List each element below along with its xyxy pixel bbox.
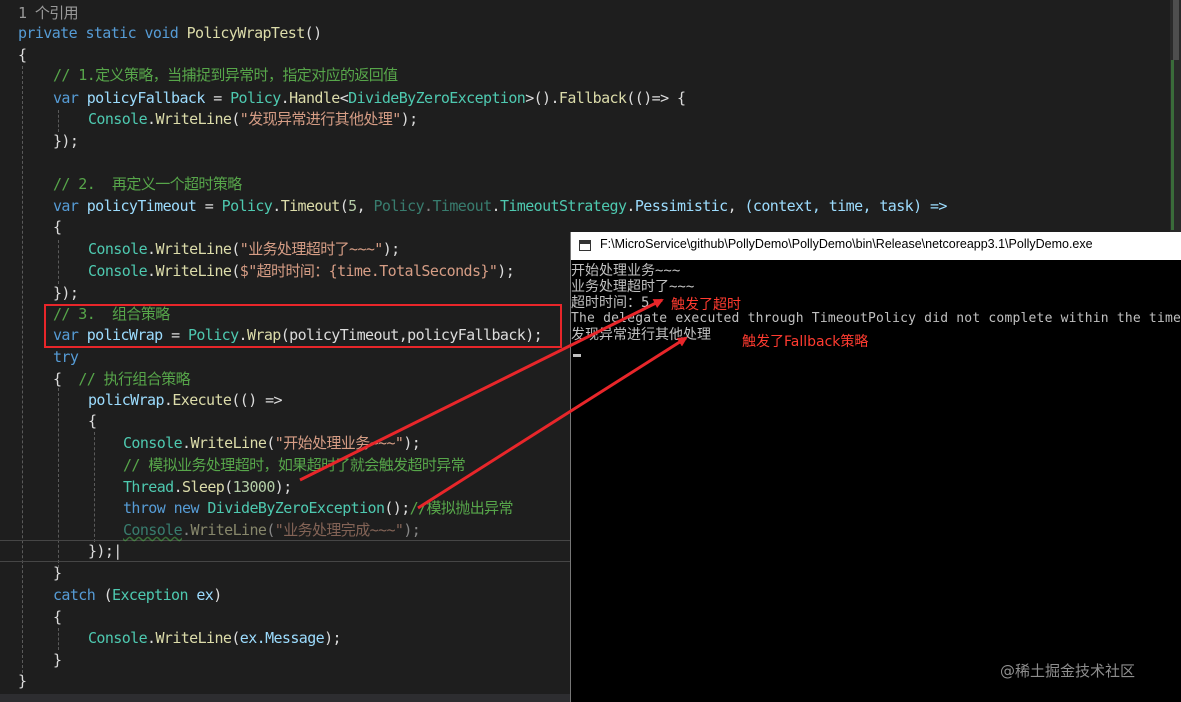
change-indicator: [1171, 60, 1174, 230]
code-line: Console.WriteLine("发现异常进行其他处理");: [88, 110, 418, 128]
editor-bottom-bar: [0, 694, 570, 702]
code-line: {: [53, 608, 62, 626]
indent-guide: [58, 628, 59, 650]
codelens-references[interactable]: 1 个引用: [18, 2, 79, 24]
code-line: { // 执行组合策略: [53, 370, 191, 388]
scrollbar-thumb[interactable]: [1173, 0, 1179, 60]
console-app-icon: [579, 240, 591, 251]
code-line: Console.WriteLine("开始处理业务~~~");: [123, 434, 421, 452]
code-line: {: [53, 218, 62, 236]
code-line: policWrap.Execute(() =>: [88, 391, 283, 409]
current-line-highlight: [0, 540, 570, 562]
code-line: catch (Exception ex): [53, 586, 222, 604]
console-output-line: 发现异常进行其他处理: [571, 327, 711, 343]
code-line: {: [18, 46, 27, 64]
code-line: }: [18, 672, 27, 690]
code-line: Console.WriteLine("业务处理超时了~~~");: [88, 240, 400, 258]
annotation-fallback: 触发了Fallback策略: [742, 334, 869, 350]
indent-guide: [94, 432, 95, 542]
code-line: try: [53, 348, 79, 366]
code-line: private static void PolicyWrapTest(): [18, 24, 322, 42]
code-line-unreachable: Console.WriteLine("业务处理完成~~~");: [123, 521, 421, 539]
code-line: var policyFallback = Policy.Handle<Divid…: [53, 89, 686, 107]
indent-guide: [58, 240, 59, 284]
code-line: throw new DivideByZeroException();//模拟抛出…: [123, 499, 514, 517]
code-line: Console.WriteLine($"超时时间：{time.TotalSeco…: [88, 262, 515, 280]
console-titlebar[interactable]: F:\MicroService\github\PollyDemo\PollyDe…: [571, 232, 1181, 260]
code-line: {: [88, 412, 97, 430]
code-line: var policyTimeout = Policy.Timeout(5, Po…: [53, 197, 947, 215]
code-line: Console.WriteLine(ex.Message);: [88, 629, 342, 647]
watermark: @稀土掘金技术社区: [1000, 662, 1136, 680]
console-title: F:\MicroService\github\PollyDemo\PollyDe…: [600, 237, 1093, 251]
highlight-box: [44, 304, 562, 348]
console-cursor: [573, 354, 581, 357]
code-comment: // 模拟业务处理超时，如果超时了就会触发超时异常: [123, 456, 466, 474]
code-line: });: [53, 132, 79, 150]
code-comment: // 2. 再定义一个超时策略: [53, 175, 242, 193]
code-line: });|: [88, 542, 122, 560]
code-line: Thread.Sleep(13000);: [123, 478, 292, 496]
code-line: });: [53, 284, 79, 302]
console-window[interactable]: F:\MicroService\github\PollyDemo\PollyDe…: [570, 232, 1181, 702]
code-line: }: [53, 564, 62, 582]
indent-guide: [22, 66, 23, 678]
annotation-timeout: 触发了超时: [671, 297, 741, 313]
code-comment: // 1.定义策略，当捕捉到异常时，指定对应的返回值: [53, 66, 398, 84]
indent-guide: [58, 110, 59, 132]
code-line: }: [53, 651, 62, 669]
